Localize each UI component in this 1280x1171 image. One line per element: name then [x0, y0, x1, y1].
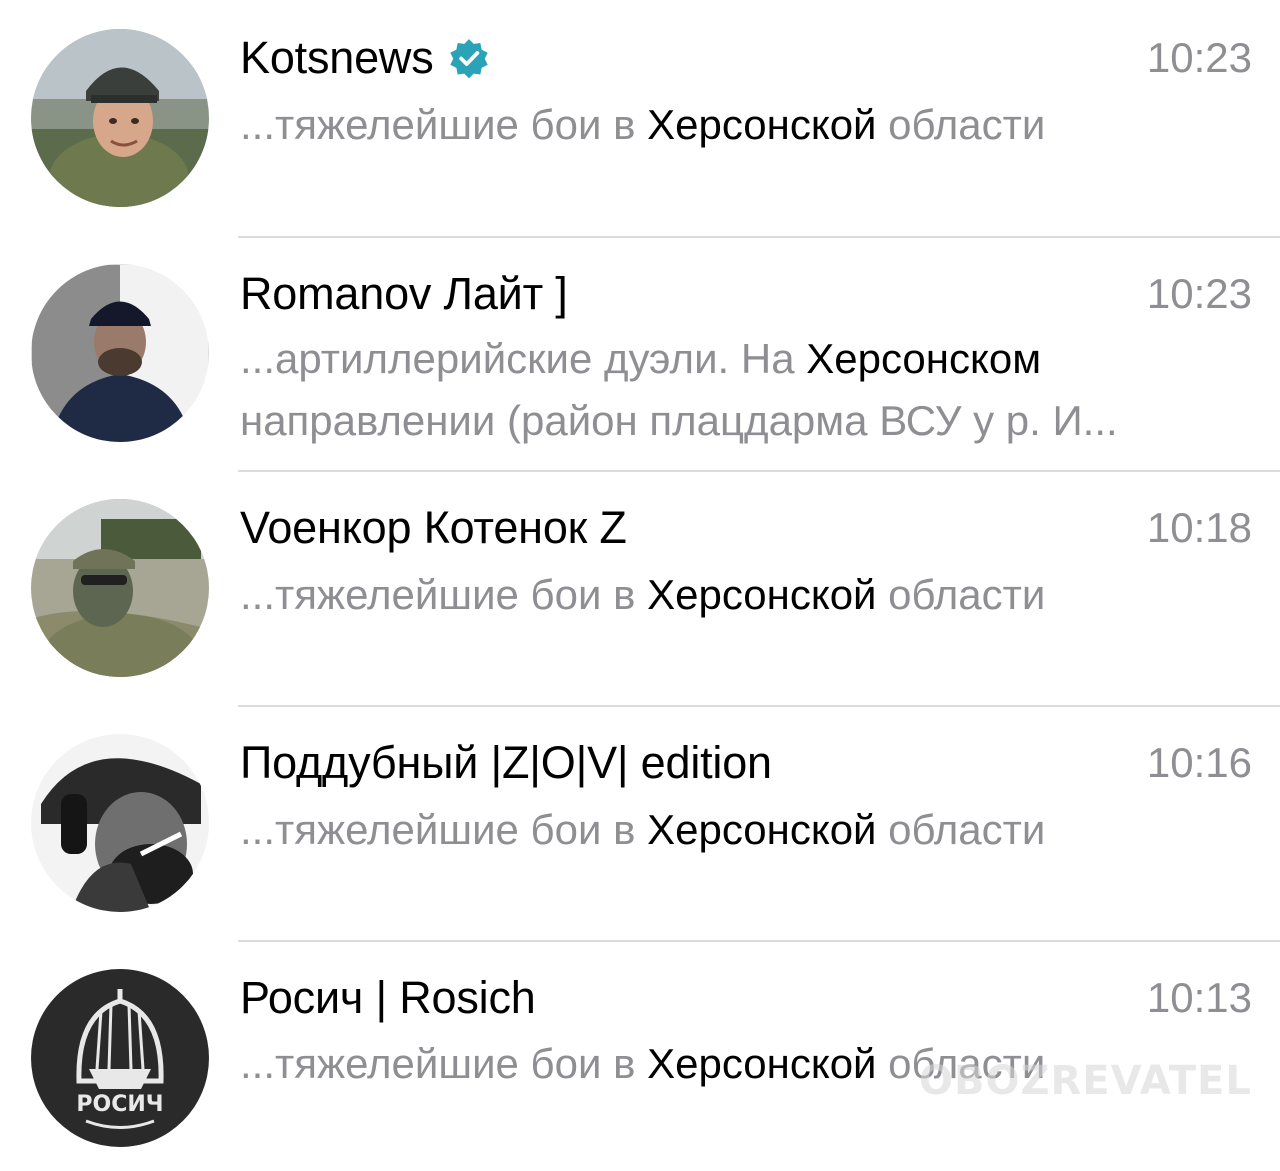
- chat-title: Kotsnews: [240, 32, 434, 83]
- search-highlight: Херсонском: [806, 335, 1042, 382]
- chat-title: Росич | Rosich: [240, 972, 536, 1023]
- avatar-logo-text: РОСИЧ: [76, 1092, 163, 1117]
- chat-row-voenkor[interactable]: Voенкор Котенок Z 10:18 ...тяжелейшие бо…: [0, 472, 1280, 705]
- chat-row-rosich[interactable]: РОСИЧ Росич | Rosich 10:13 ...тяжелейшие…: [0, 942, 1280, 1171]
- chat-time: 10:18: [1146, 504, 1252, 551]
- chat-title: Поддубный |Z|O|V| edition: [240, 737, 772, 788]
- chat-preview: ...тяжелейшие бои в Херсонской области: [240, 101, 1046, 148]
- search-highlight: Херсонской: [647, 101, 877, 148]
- chat-preview: ...тяжелейшие бои в Херсонской области: [240, 806, 1046, 853]
- chat-time: 10:13: [1146, 974, 1252, 1021]
- avatar-rosich: РОСИЧ: [31, 969, 209, 1147]
- chat-preview-line2: направлении (район плацдарма ВСУ у р. И.…: [240, 397, 1118, 444]
- search-highlight: Херсонской: [647, 571, 877, 618]
- chat-row-kotsnews[interactable]: Kotsnews 10:23 ...тяжелейшие бои в Херсо…: [0, 0, 1280, 236]
- chat-time: 10:23: [1146, 270, 1252, 317]
- chat-preview: ...артиллерийские дуэли. На Херсонском: [240, 335, 1042, 382]
- chat-title: Romanov Лайт ]: [240, 268, 568, 319]
- avatar-kotsnews: [31, 29, 209, 207]
- search-highlight: Херсонской: [647, 806, 877, 853]
- avatar-romanov: [31, 264, 209, 442]
- chat-title: Voенкор Котенок Z: [240, 502, 627, 553]
- chat-preview: ...тяжелейшие бои в Херсонской области: [240, 571, 1046, 618]
- verified-badge-icon: [449, 39, 488, 79]
- chat-list: Kotsnews 10:23 ...тяжелейшие бои в Херсо…: [0, 0, 1280, 1171]
- avatar-poddubny: [31, 734, 209, 912]
- chat-time: 10:16: [1146, 739, 1252, 786]
- chat-time: 10:23: [1146, 34, 1252, 81]
- chat-row-poddubny[interactable]: Поддубный |Z|O|V| edition 10:16 ...тяжел…: [0, 707, 1280, 940]
- search-highlight: Херсонской: [647, 1040, 877, 1087]
- chat-row-romanov[interactable]: Romanov Лайт ] 10:23 ...артиллерийские д…: [0, 238, 1280, 470]
- avatar-voenkor: [31, 499, 209, 677]
- chat-preview: ...тяжелейшие бои в Херсонской области: [240, 1040, 1046, 1087]
